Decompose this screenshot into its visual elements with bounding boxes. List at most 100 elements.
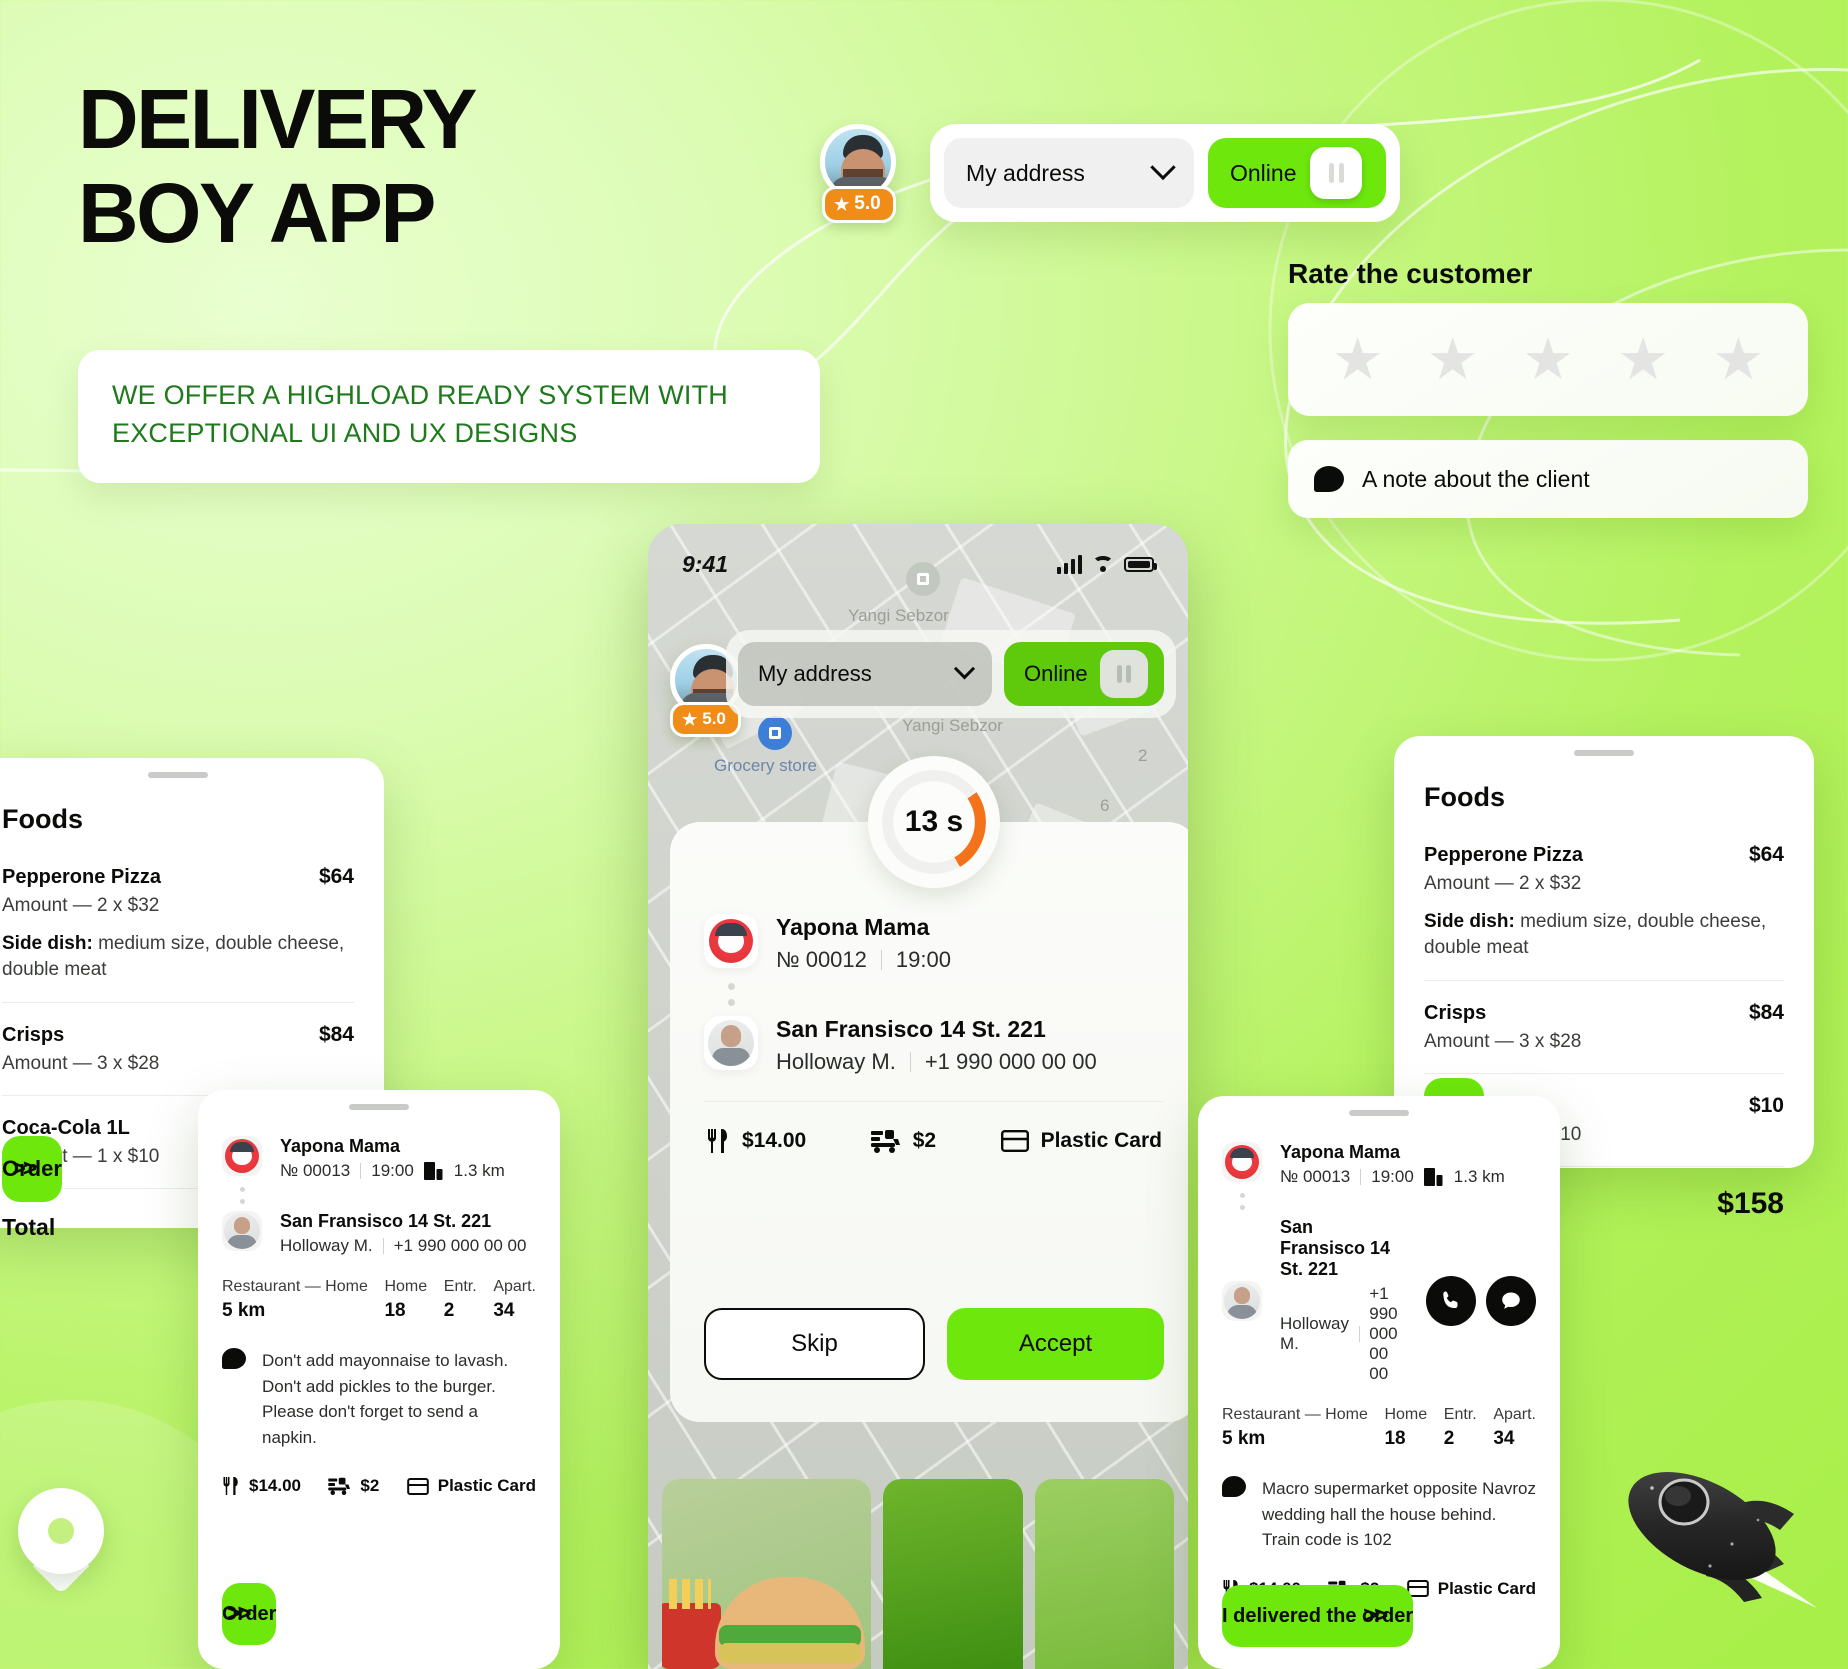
map-label: 2	[1138, 746, 1148, 765]
customer-photo	[222, 1211, 262, 1251]
lunch-promo-tile[interactable]	[883, 1479, 1023, 1669]
restaurant-logo-icon	[1222, 1142, 1262, 1182]
sheet-grabber[interactable]	[1349, 1110, 1409, 1116]
comment-bubble-icon	[1222, 1476, 1246, 1497]
star-icon[interactable]: ★	[1712, 330, 1764, 389]
client-note-field[interactable]: A note about the client	[1288, 440, 1808, 518]
phone-status-bar: 9:41	[648, 546, 1188, 582]
star-icon[interactable]: ★	[1427, 330, 1479, 389]
restaurant-name: Yapona Mama	[1280, 1142, 1401, 1162]
battery-icon	[1124, 556, 1157, 572]
delivery-fee: $2	[870, 1129, 937, 1153]
route-distance-value: 5 km	[1222, 1428, 1266, 1449]
order-button[interactable]: Order >>	[2, 1136, 62, 1202]
route-distance: Restaurant — Home 5 km	[1222, 1406, 1368, 1450]
hero-subtitle-card: WE OFFER A HIGHLOAD READY SYSTEM WITH EX…	[78, 350, 820, 483]
food-total: $14.00	[706, 1128, 806, 1154]
route-restaurant: Yapona Mama № 00013 19:00 1.3 km	[1222, 1142, 1536, 1187]
customer-address: San Fransisco 14 St. 221	[776, 1016, 1046, 1042]
order-number: № 00012	[776, 947, 867, 972]
divider	[1424, 1073, 1784, 1075]
rate-customer-heading: Rate the customer	[1288, 258, 1533, 289]
double-chevron-right-icon: >>	[226, 1600, 251, 1627]
route-customer: San Fransisco 14 St. 221 Holloway M. +1 …	[222, 1211, 536, 1256]
delivered-button[interactable]: I delivered the order >>	[1222, 1585, 1414, 1647]
star-icon[interactable]: ★	[1332, 330, 1384, 389]
sheet-grabber[interactable]	[349, 1104, 409, 1110]
customer-phone: +1 990 000 00 00	[393, 1236, 527, 1255]
cutlery-icon	[223, 1477, 238, 1495]
route-dots	[240, 1187, 536, 1204]
map-label: Yangi Sebzor	[902, 716, 1003, 735]
address-select-label: My address	[966, 159, 1085, 186]
delivery-in-progress-card: Yapona Mama № 00013 19:00 1.3 km San Fra…	[1198, 1096, 1560, 1669]
countdown-value: 13 s	[904, 805, 964, 838]
delivery-fee: $2	[328, 1476, 379, 1496]
lunch-promo-tile[interactable]	[1034, 1479, 1174, 1669]
address-select[interactable]: My address	[738, 642, 992, 706]
food-item: Pepperone Pizza $64 Amount — 2 x $32 Sid…	[2, 865, 354, 982]
entrance-number: Entr. 2	[1444, 1406, 1477, 1450]
home-label: Home	[1384, 1406, 1428, 1423]
chevron-down-icon	[1150, 154, 1176, 181]
foods-title: Foods	[2, 804, 83, 834]
apartment-label: Apart.	[1493, 1406, 1536, 1423]
delivery-fee-value: $2	[912, 1129, 937, 1152]
route-distance-label: Restaurant — Home	[1222, 1406, 1368, 1423]
food-price: $64	[1748, 843, 1784, 866]
home-value: 18	[1384, 1428, 1406, 1449]
fries-illustration	[662, 1579, 722, 1669]
restaurant-logo-icon	[704, 914, 758, 968]
accept-button[interactable]: Accept	[947, 1308, 1164, 1380]
status-time: 9:41	[682, 550, 729, 577]
chat-customer-button[interactable]	[1486, 1275, 1536, 1326]
chevron-down-icon	[953, 657, 976, 679]
food-total-value: $14.00	[249, 1476, 301, 1495]
offer-actions: Skip Accept	[704, 1308, 1164, 1380]
online-toggle[interactable]: Online	[1208, 138, 1386, 208]
route-restaurant: Yapona Mama № 00013 19:00 1.3 km	[222, 1136, 536, 1181]
customer-photo	[704, 1016, 758, 1070]
entrance-number: Entr. 2	[444, 1278, 477, 1322]
food-side-dish: Side dish: medium size, double cheese, d…	[1424, 909, 1784, 960]
sheet-grabber[interactable]	[148, 772, 208, 778]
route-dots	[728, 983, 1164, 1006]
foods-title: Foods	[1424, 782, 1505, 812]
apartment-value: 34	[493, 1300, 515, 1321]
skip-button[interactable]: Skip	[704, 1308, 925, 1380]
wifi-icon	[1092, 556, 1114, 572]
lunch-promo-tile[interactable]: about lunch	[662, 1479, 872, 1669]
apartment-number: Apart. 34	[493, 1278, 536, 1322]
phone-status-widget: My address Online	[726, 630, 1176, 718]
food-name: Crisps	[1424, 1002, 1487, 1025]
apartment-number: Apart. 34	[1493, 1406, 1536, 1450]
lunch-promo-strip: about lunch	[648, 1479, 1188, 1669]
order-comment: Don't add mayonnaise to lavash. Don't ad…	[222, 1348, 536, 1450]
call-customer-button[interactable]	[1426, 1275, 1476, 1326]
online-toggle[interactable]: Online	[1004, 642, 1164, 706]
food-name: Pepperone Pizza	[2, 866, 161, 888]
restaurant-name: Yapona Mama	[776, 914, 930, 940]
star-icon[interactable]: ★	[1617, 330, 1669, 389]
building-icon	[1423, 1168, 1443, 1186]
food-item: Crisps $84 Amount — 3 x $28	[1424, 1001, 1784, 1053]
order-comment-text: Don't add mayonnaise to lavash. Don't ad…	[262, 1351, 509, 1447]
address-select[interactable]: My address	[944, 138, 1194, 208]
order-button[interactable]: Order >>	[222, 1583, 277, 1645]
rate-customer-stars[interactable]: ★ ★ ★ ★ ★	[1288, 303, 1808, 416]
divider	[1360, 1169, 1362, 1185]
home-number: Home 18	[384, 1278, 427, 1322]
route-restaurant: Yapona Mama № 00012 19:00	[704, 914, 1164, 973]
food-price: $64	[318, 865, 354, 888]
apartment-value: 34	[1493, 1428, 1515, 1449]
star-icon[interactable]: ★	[1522, 330, 1574, 389]
total-label: Total	[2, 1214, 56, 1241]
title-line-2: BOY APP	[78, 166, 436, 261]
phone-mockup: Yangi Sebzor Yangi Sebzor Grocery store …	[648, 524, 1188, 1669]
divider	[909, 1052, 911, 1072]
sheet-grabber[interactable]	[1574, 750, 1634, 756]
divider	[382, 1238, 384, 1254]
cellular-bars-icon	[1057, 554, 1082, 574]
title-line-1: DELIVERY	[78, 72, 477, 166]
order-comment-text: Macro supermarket opposite Navroz weddin…	[1262, 1479, 1537, 1549]
